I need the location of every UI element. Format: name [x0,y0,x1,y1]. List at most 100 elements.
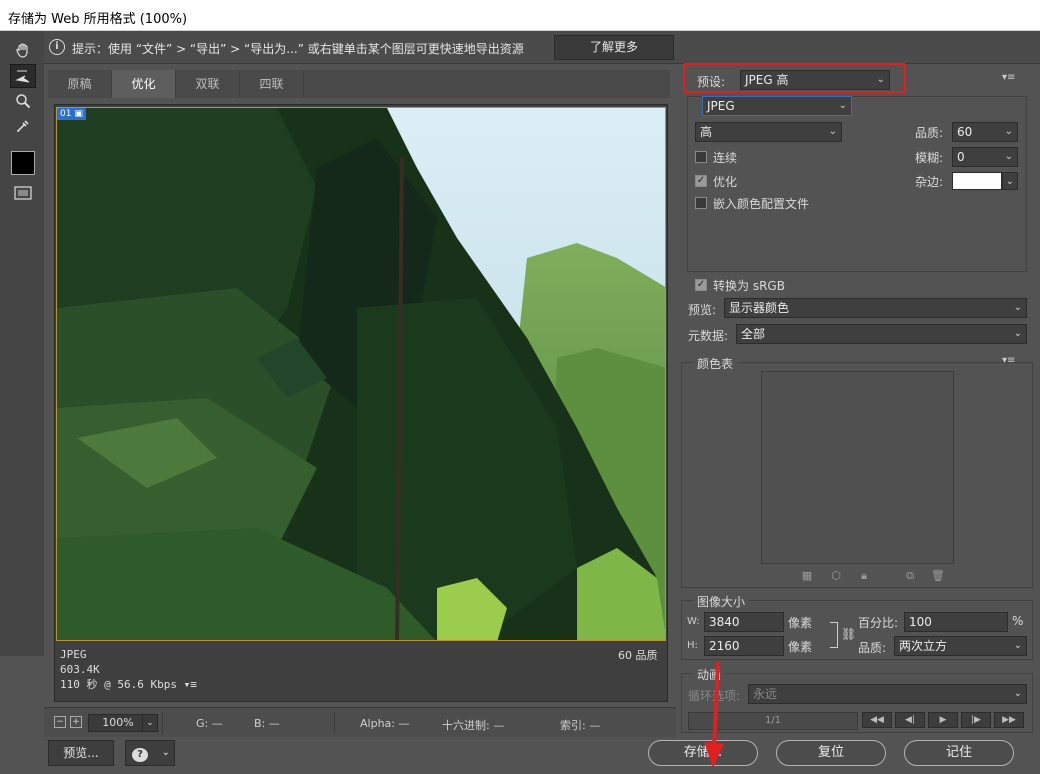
chevron-down-icon: ⌄ [876,74,885,85]
hint-bar: i 提示：使用 “文件” > “导出” > “导出为...” 或右键单击某个图层… [44,31,1040,64]
percent-label: 百分比: [858,616,899,630]
browser-icon: ? [132,748,148,762]
play-icon[interactable]: ▶ [928,712,958,728]
status-green: G: — [196,717,223,730]
eyedropper-tool-icon[interactable] [10,114,36,138]
height-unit: 像素 [788,640,813,654]
preview-button[interactable]: 预览... [48,740,114,766]
width-field[interactable]: 3840 [704,612,784,632]
blur-label: 模糊: [915,151,944,165]
preview-mode-value: 显示器颜色 [729,301,790,315]
matte-color-swatch[interactable] [952,172,1002,190]
preset-select[interactable]: JPEG 高 ⌄ [740,70,890,90]
optimized-label: 优化 [713,175,738,189]
blur-value: 0 [957,150,965,164]
chevron-down-icon: ⌄ [1004,151,1013,162]
embed-profile-label: 嵌入颜色配置文件 [713,197,810,211]
height-field[interactable]: 2160 [704,636,784,656]
color-table-grid [761,371,954,564]
tab-optimized[interactable]: 优化 [112,70,176,98]
preview-mode-select[interactable]: 显示器颜色 ⌄ [724,298,1027,318]
divider [334,712,335,734]
slice-tag: 01 ▣ [57,108,86,120]
resample-select[interactable]: 两次立方 ⌄ [894,636,1027,656]
optimized-checkbox[interactable]: ✓ [695,175,707,187]
tool-strip [0,31,44,656]
status-index: 索引: — [560,719,601,732]
embed-profile-checkbox[interactable] [695,197,707,209]
zoom-level-field[interactable]: 100% [88,714,148,732]
chevron-down-icon: ⌄ [1013,328,1022,339]
quality-value: 60 [957,125,973,139]
chevron-down-icon: ⌄ [828,126,837,137]
info-icon: i [49,39,65,55]
trash-icon[interactable]: 🗑︎ [931,569,945,583]
status-blue: B: — [254,717,280,730]
zoom-out-icon[interactable]: − [54,716,66,728]
download-menu-icon[interactable]: ▾≡ [184,678,197,691]
width-label: W: [687,616,700,627]
hint-text: 提示：使用 “文件” > “导出” > “导出为...” 或右键单击某个图层可更… [72,42,524,56]
last-frame-icon[interactable]: ▶▶ [994,712,1024,728]
height-label: H: [687,640,698,651]
remember-button[interactable]: 记住 [904,740,1014,766]
lock-color-icon[interactable]: 🔒︎ [857,569,871,583]
link-bracket [830,622,838,648]
resample-value: 两次立方 [899,639,948,653]
tab-original[interactable]: 原稿 [48,70,112,98]
learn-more-button[interactable]: 了解更多 [554,35,674,60]
image-format: JPEG [60,648,87,661]
quality-field[interactable]: 60 ⌄ [952,122,1018,142]
hand-tool-icon[interactable] [10,38,36,62]
divider [162,712,163,734]
format-value: JPEG [707,99,735,113]
view-tabs: 原稿 优化 双联 四联 [48,70,670,98]
zoom-in-icon[interactable]: + [70,716,82,728]
toggle-slices-icon[interactable] [10,181,36,205]
image-info: JPEG 603.4K 110 秒 @ 56.6 Kbps ▾≡ [60,647,197,692]
matte-dropdown[interactable]: ⌄ [1002,172,1018,190]
first-frame-icon[interactable]: ◀◀ [862,712,892,728]
percent-field[interactable]: 100 [904,612,1008,632]
preset-menu-icon[interactable]: ▾≡ [1002,72,1015,83]
format-select[interactable]: JPEG ⌄ [702,96,852,116]
chevron-down-icon: ⌄ [161,747,170,758]
matte-label: 杂边: [915,175,944,189]
preset-label: 预设: [697,75,726,89]
convert-srgb-checkbox[interactable]: ✓ [695,279,707,291]
resample-label: 品质: [858,641,887,655]
progressive-label: 连续 [713,151,738,165]
slice-select-tool-icon[interactable] [10,64,36,88]
zoom-tool-icon[interactable] [10,89,36,113]
zoom-dropdown-chevron-icon[interactable]: ⌄ [142,714,158,732]
new-color-icon[interactable]: ⧉ [903,569,917,583]
percent-unit: % [1012,614,1024,628]
color-table-menu-icon[interactable]: ▾≡ [1002,355,1015,366]
convert-srgb-label: 转换为 sRGB [713,279,785,293]
status-hex: 十六进制: — [442,719,505,732]
reset-button[interactable]: 复位 [776,740,886,766]
previous-frame-icon[interactable]: ◀| [895,712,925,728]
next-frame-icon[interactable]: |▶ [961,712,991,728]
eyedropper-color-swatch[interactable] [11,151,35,175]
status-strip: − + 100% ⌄ G: — B: — Alpha: — 十六进制: — 索引… [44,707,676,737]
browser-preview-button[interactable]: ? ⌄ [125,740,175,766]
web-shift-icon[interactable]: ⬡ [829,569,843,583]
tab-4up[interactable]: 四联 [240,70,304,98]
width-unit: 像素 [788,616,813,630]
annotation-arrow [704,661,724,768]
blur-field[interactable]: 0 ⌄ [952,147,1018,167]
progressive-checkbox[interactable] [695,151,707,163]
quality-level-select[interactable]: 高 ⌄ [695,122,842,142]
image-quality-readout: 60 品质 [618,649,658,662]
image-filesize: 603.4K [60,663,100,676]
forest-photo [57,108,665,640]
map-transparent-icon[interactable]: ▦ [800,569,814,583]
preview-image[interactable]: 01 ▣ [56,107,666,641]
quality-level-value: 高 [700,125,713,139]
color-table-title: 颜色表 [693,355,738,372]
tab-2up[interactable]: 双联 [176,70,240,98]
loop-select[interactable]: 永远 ⌄ [748,684,1027,704]
metadata-select[interactable]: 全部 ⌄ [736,324,1027,344]
chain-link-icon[interactable]: ⛓︎ [841,627,856,641]
